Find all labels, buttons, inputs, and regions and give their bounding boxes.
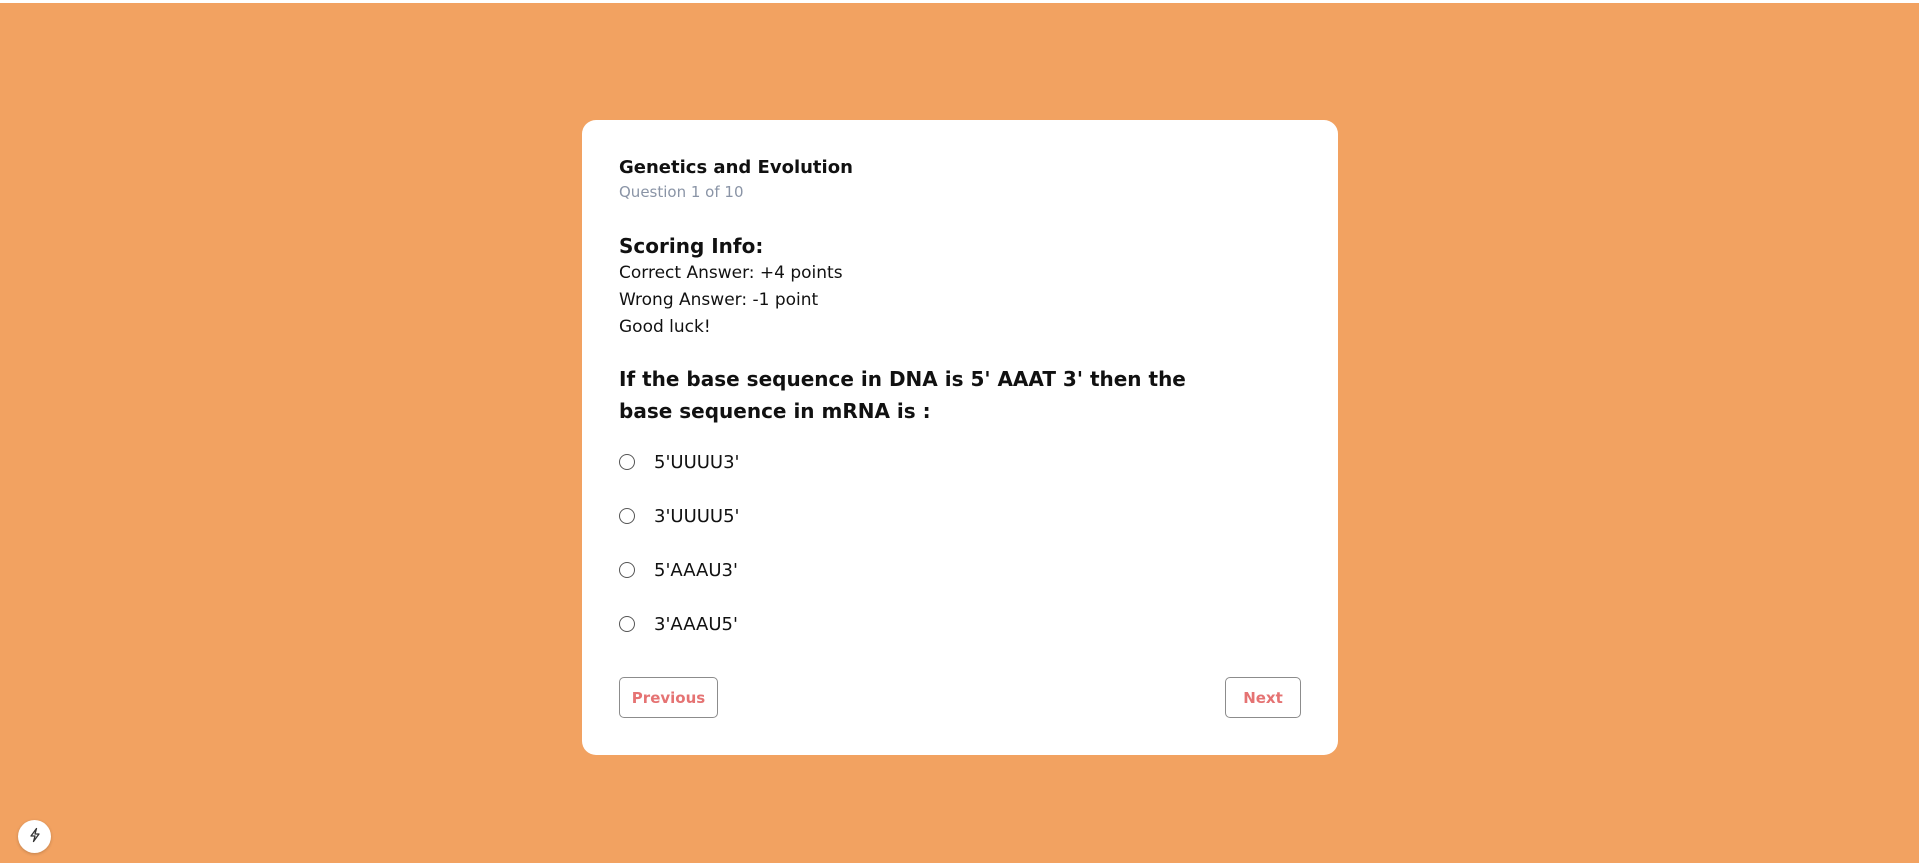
scoring-correct: Correct Answer: +4 points (619, 263, 843, 283)
answer-option[interactable]: 3'UUUU5' (619, 501, 1301, 531)
option-label: 5'AAAU3' (654, 559, 738, 581)
answer-option[interactable]: 5'UUUU3' (619, 447, 1301, 477)
option-label: 5'UUUU3' (654, 451, 740, 473)
scoring-heading: Scoring Info: (619, 234, 764, 258)
answer-option[interactable]: 5'AAAU3' (619, 555, 1301, 585)
option-label: 3'UUUU5' (654, 505, 740, 527)
answer-option[interactable]: 3'AAAU5' (619, 609, 1301, 639)
floating-action-button[interactable] (18, 820, 51, 853)
previous-button[interactable]: Previous (619, 677, 718, 718)
scoring-wrong: Wrong Answer: -1 point (619, 290, 819, 310)
scoring-closing: Good luck! (619, 317, 711, 337)
next-button[interactable]: Next (1225, 677, 1301, 718)
quiz-title: Genetics and Evolution (619, 157, 853, 178)
radio-button[interactable] (619, 508, 635, 524)
option-label: 3'AAAU5' (654, 613, 738, 635)
top-strip (0, 0, 1919, 3)
scoring-info: Scoring Info: Correct Answer: +4 points … (619, 232, 1301, 341)
question-navigation: Previous Next (619, 677, 1301, 718)
quiz-card: Genetics and Evolution Question 1 of 10 … (582, 120, 1338, 755)
question-counter: Question 1 of 10 (619, 183, 744, 201)
question-text: If the base sequence in DNA is 5' AAAT 3… (619, 367, 1186, 423)
radio-button[interactable] (619, 454, 635, 470)
radio-button[interactable] (619, 562, 635, 578)
radio-button[interactable] (619, 616, 635, 632)
answer-options: 5'UUUU3' 3'UUUU5' 5'AAAU3' 3'AAAU5' (619, 447, 1301, 639)
lightning-icon (27, 827, 43, 847)
